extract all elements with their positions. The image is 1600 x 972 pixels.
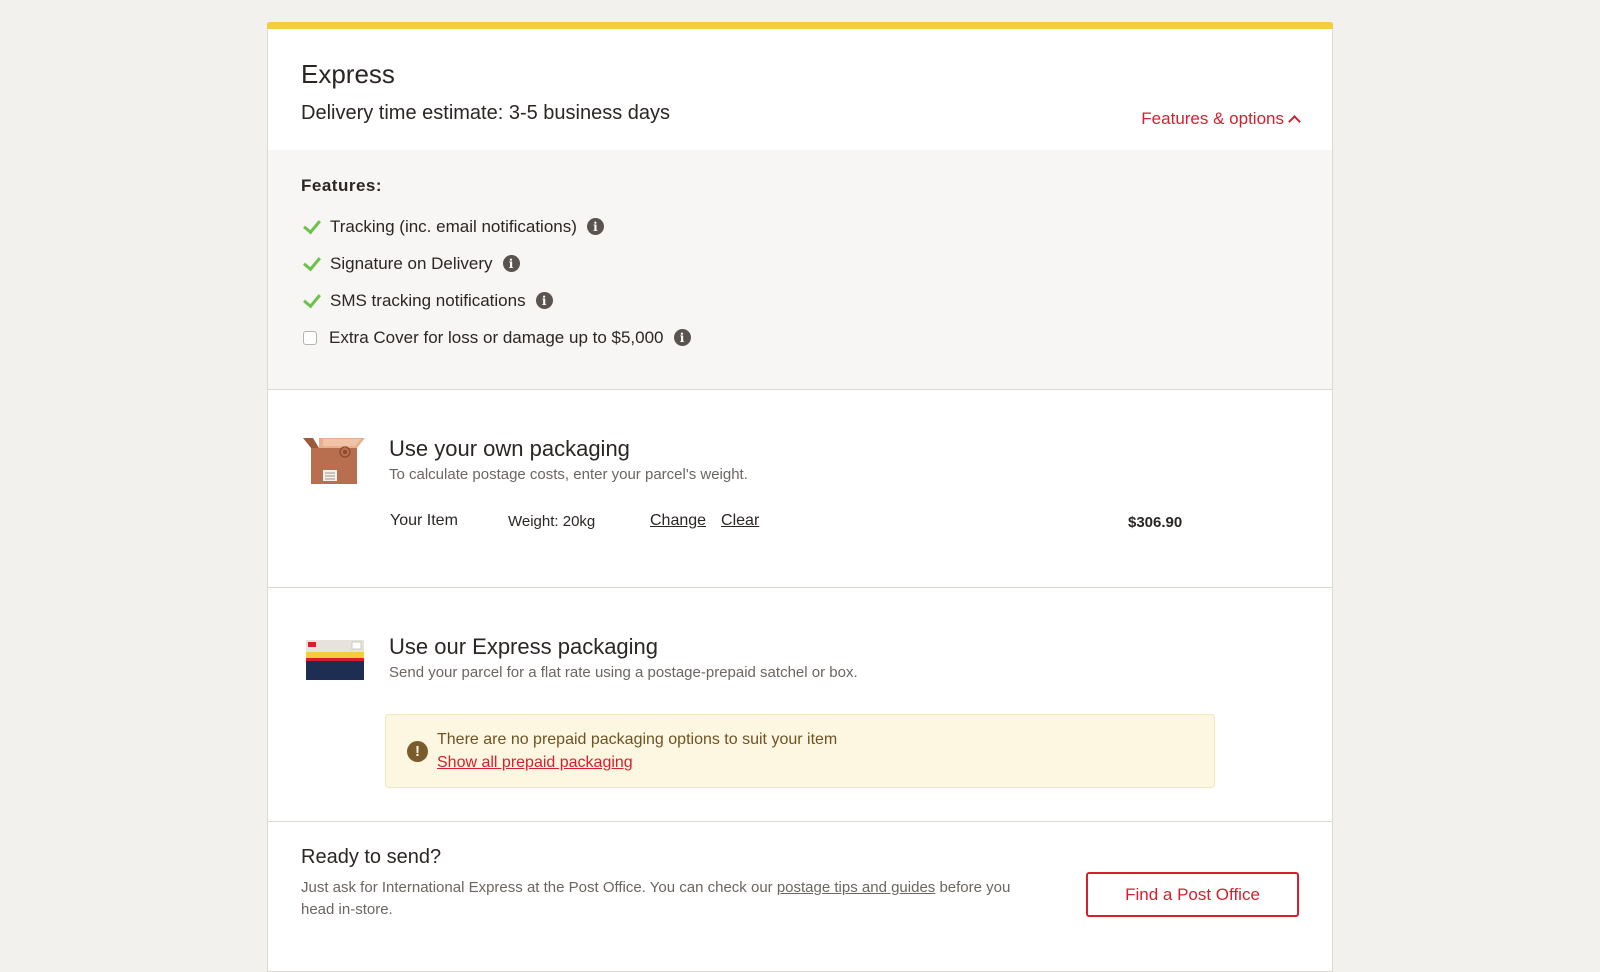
find-post-office-button[interactable]: Find a Post Office <box>1086 872 1299 917</box>
express-packaging-section: Use our Express packaging Send your parc… <box>268 588 1332 822</box>
ready-text-before: Just ask for International Express at th… <box>301 879 777 896</box>
features-panel: Features: Tracking (inc. email notificat… <box>268 150 1332 390</box>
features-options-label: Features & options <box>1141 109 1284 128</box>
info-icon[interactable]: i <box>586 218 604 235</box>
features-heading: Features: <box>301 176 383 195</box>
own-packaging-section: Use your own packaging To calculate post… <box>268 390 1332 588</box>
service-title: Express <box>301 59 395 89</box>
express-packaging-subtitle: Send your parcel for a flat rate using a… <box>389 664 858 681</box>
ready-title: Ready to send? <box>301 846 442 868</box>
item-label: Your Item <box>390 512 458 529</box>
features-options-toggle[interactable]: Features & options <box>1141 109 1301 129</box>
feature-label: SMS tracking notifications <box>330 290 526 310</box>
express-service-card: Express Delivery time estimate: 3-5 busi… <box>267 22 1333 972</box>
check-icon <box>301 217 321 237</box>
own-packaging-title: Use your own packaging <box>389 436 630 461</box>
postage-tips-link[interactable]: postage tips and guides <box>777 879 935 896</box>
info-icon[interactable]: i <box>502 255 520 272</box>
exclamation-icon: ! <box>407 741 428 762</box>
own-packaging-subtitle: To calculate postage costs, enter your p… <box>389 466 748 483</box>
show-all-prepaid-link[interactable]: Show all prepaid packaging <box>437 754 633 772</box>
item-row: Your Item Weight: 20kg Change Clear <box>390 512 1190 530</box>
feature-tracking: Tracking (inc. email notifications) i <box>301 208 1299 245</box>
ready-to-send-section: Ready to send? Just ask for Internationa… <box>268 822 1332 921</box>
feature-sms-tracking: SMS tracking notifications i <box>301 282 1299 319</box>
extra-cover-checkbox[interactable] <box>303 330 317 345</box>
change-link[interactable]: Change <box>650 512 706 530</box>
cardboard-box-icon <box>303 438 365 484</box>
top-accent-bar <box>267 22 1333 29</box>
check-icon <box>301 254 321 274</box>
info-icon[interactable]: i <box>535 292 553 309</box>
info-icon[interactable]: i <box>673 329 691 346</box>
feature-label: Signature on Delivery <box>330 253 493 273</box>
ready-text: Just ask for International Express at th… <box>301 877 1021 921</box>
item-weight: Weight: 20kg <box>508 512 596 530</box>
clear-link[interactable]: Clear <box>721 512 759 530</box>
express-satchel-icon <box>306 640 364 680</box>
no-prepaid-notice: ! There are no prepaid packaging options… <box>385 714 1215 788</box>
feature-extra-cover: Extra Cover for loss or damage up to $5,… <box>301 319 1299 356</box>
feature-label: Extra Cover for loss or damage up to $5,… <box>329 327 664 347</box>
chevron-up-icon <box>1288 115 1301 128</box>
notice-text: There are no prepaid packaging options t… <box>437 731 838 748</box>
feature-label: Tracking (inc. email notifications) <box>330 216 577 236</box>
check-icon <box>301 291 321 311</box>
item-price: $306.90 <box>1128 514 1183 531</box>
express-packaging-title: Use our Express packaging <box>389 634 659 659</box>
feature-signature: Signature on Delivery i <box>301 245 1299 282</box>
service-header: Express Delivery time estimate: 3-5 busi… <box>268 29 1332 150</box>
